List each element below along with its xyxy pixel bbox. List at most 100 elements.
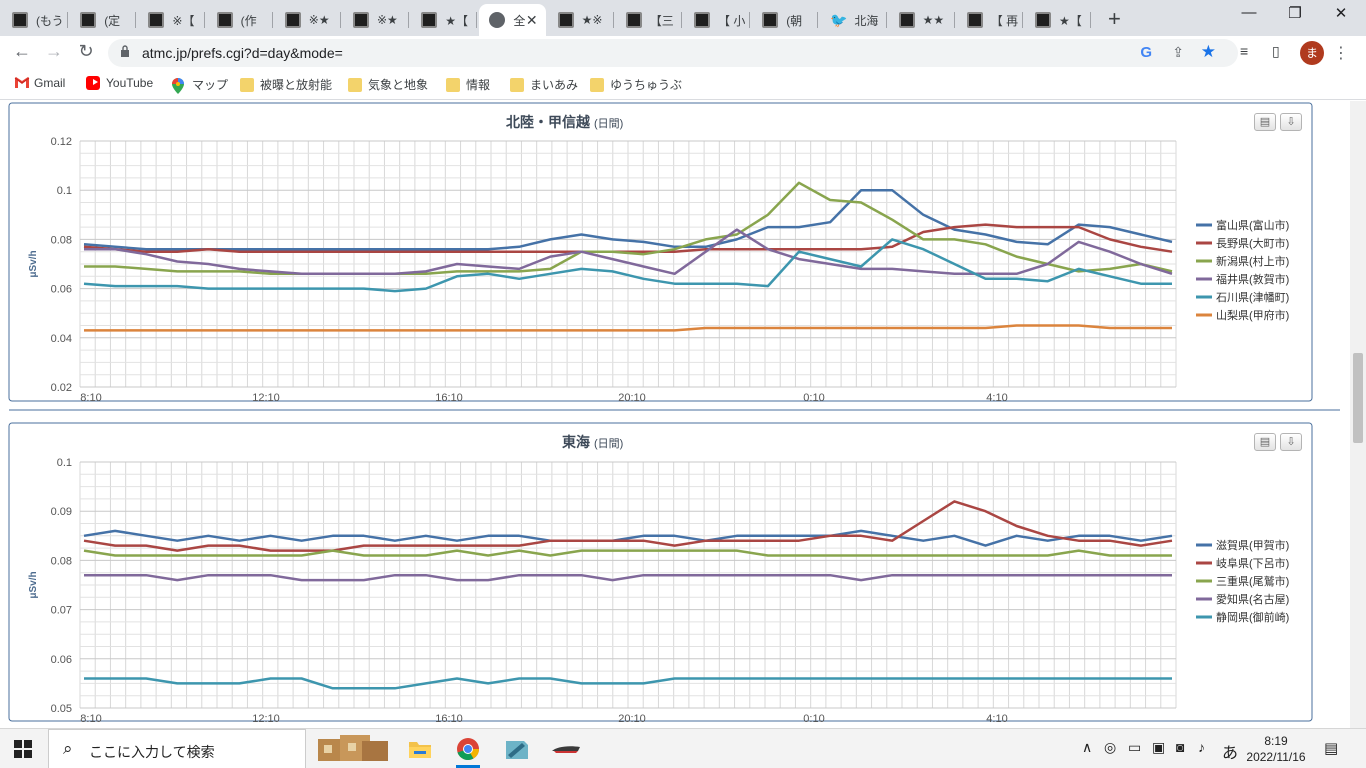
- close-tab-icon[interactable]: ✕: [526, 12, 538, 29]
- volume-icon[interactable]: ♪: [1198, 739, 1205, 755]
- site-icon: [353, 12, 369, 28]
- bookmark-3[interactable]: マップ: [172, 76, 229, 94]
- tab-14[interactable]: ★★: [889, 4, 955, 36]
- tab-10[interactable]: 【三: [616, 4, 682, 36]
- notification-icon[interactable]: ▤: [1324, 739, 1338, 757]
- taskbar-search[interactable]: ⌕ ここに入力して検索: [48, 729, 306, 768]
- page-scrollbar[interactable]: [1350, 101, 1366, 728]
- y-tick-label: 0.05: [51, 703, 72, 715]
- bookmark-label: YouTube: [106, 76, 154, 90]
- tab-5[interactable]: ※★: [275, 4, 341, 36]
- tab-title: ※★: [308, 13, 330, 27]
- menu-icon[interactable]: ⋮: [1333, 43, 1349, 63]
- tab-title: ★※: [581, 13, 603, 27]
- tab-11[interactable]: 【 小: [684, 4, 751, 36]
- legend-label: 愛知県(名古屋): [1216, 592, 1289, 606]
- url-text[interactable]: atmc.jp/prefs.cgi?d=day&mode=: [142, 45, 343, 61]
- scrollbar-thumb[interactable]: [1353, 353, 1363, 443]
- bookmark-8[interactable]: ゆうちゅうぶ: [590, 76, 682, 93]
- tab-1[interactable]: (もう: [2, 4, 69, 36]
- start-button[interactable]: [14, 740, 32, 758]
- bookmark-6[interactable]: 情報: [446, 76, 490, 93]
- tab-16[interactable]: ★【: [1025, 4, 1092, 36]
- tab-title: 【 小: [718, 13, 746, 28]
- bookmark-2[interactable]: YouTube: [86, 76, 153, 90]
- bookmark-1[interactable]: Gmail: [14, 76, 65, 90]
- site-icon: [421, 12, 438, 28]
- security-icon[interactable]: ◙: [1176, 739, 1184, 755]
- tab-15[interactable]: 【 再: [957, 4, 1023, 36]
- lock-icon[interactable]: [120, 45, 130, 57]
- close-window-button[interactable]: ✕: [1318, 4, 1364, 22]
- media-control-icon[interactable]: ≡: [1240, 43, 1248, 59]
- site-icon: [216, 12, 233, 28]
- google-translate-icon[interactable]: G: [1140, 44, 1152, 61]
- x-tick-label: 16:10: [435, 392, 463, 404]
- back-icon[interactable]: ←: [10, 41, 34, 62]
- youtube-icon: [86, 76, 100, 90]
- tab-6[interactable]: ※★: [343, 4, 410, 36]
- tab-2[interactable]: (定: [70, 4, 137, 36]
- new-tab-button[interactable]: +: [1108, 6, 1121, 32]
- folder-icon: [590, 77, 604, 92]
- bookmark-4[interactable]: 被曝と放射能: [240, 76, 332, 93]
- bookmark-5[interactable]: 気象と地象: [348, 76, 428, 93]
- folder-icon: [348, 77, 362, 92]
- x-tick-label: 12:10: [252, 713, 280, 725]
- chart-title: 北陸・甲信越: [506, 114, 591, 130]
- profile-avatar[interactable]: ま: [1300, 41, 1324, 65]
- x-tick-label: 0:10: [803, 392, 824, 404]
- file-explorer-icon[interactable]: [398, 733, 442, 765]
- taskbar-app-train-icon[interactable]: [544, 733, 588, 765]
- tab-title: ★★: [922, 13, 945, 27]
- taskbar-app-notes-icon[interactable]: [494, 733, 538, 765]
- reload-icon[interactable]: ↻: [74, 41, 98, 62]
- folder-icon: [510, 77, 524, 92]
- y-tick-label: 0.1: [57, 457, 72, 469]
- print-chart-button[interactable]: ▤: [1254, 113, 1276, 131]
- side-panel-icon[interactable]: ▯: [1272, 43, 1280, 60]
- show-hidden-icons[interactable]: ∧: [1082, 739, 1092, 756]
- tab-separator: [476, 12, 478, 28]
- x-tick-label: 12:10: [252, 392, 280, 404]
- site-icon: [80, 12, 97, 28]
- share-icon[interactable]: ⇪: [1172, 44, 1184, 61]
- forward-icon[interactable]: →: [42, 41, 66, 62]
- tab-7[interactable]: ★【: [411, 4, 478, 36]
- bookmark-label: ゆうちゅうぶ: [610, 78, 683, 92]
- tab-13[interactable]: 🐦 北海: [820, 4, 887, 36]
- legend-label: 石川県(津幡町): [1216, 290, 1289, 304]
- tab-9[interactable]: ★※: [548, 4, 614, 36]
- print-chart-button[interactable]: ▤: [1254, 433, 1276, 451]
- download-chart-button[interactable]: ⇩: [1280, 113, 1302, 131]
- tab-3[interactable]: ※【: [138, 4, 205, 36]
- bookmark-star-icon[interactable]: ★: [1201, 42, 1216, 62]
- chrome-icon[interactable]: [446, 733, 490, 768]
- restore-button[interactable]: ❐: [1272, 4, 1318, 22]
- system-clock[interactable]: 8:19 2022/11/16: [1236, 733, 1316, 765]
- site-icon: [1035, 12, 1051, 28]
- tab-8[interactable]: 全 ✕: [479, 4, 546, 36]
- tab-separator: [953, 12, 955, 28]
- address-bar[interactable]: atmc.jp/prefs.cgi?d=day&mode= G ⇪ ★: [108, 39, 1238, 67]
- tab-separator: [1021, 12, 1023, 28]
- legend-label: 山梨県(甲府市): [1216, 308, 1289, 322]
- tab-title: (もう: [36, 13, 64, 28]
- battery-icon[interactable]: ▭: [1128, 739, 1141, 756]
- y-tick-label: 0.07: [51, 605, 72, 617]
- tab-12[interactable]: (朝: [752, 4, 819, 36]
- chart-panel-2: 東海 (日間) μSv/h 0.1 0.09 0.08 0.07 0.06 0.05 8:10 12…: [8, 422, 1313, 725]
- meet-now-icon[interactable]: ◎: [1104, 739, 1116, 756]
- bookmark-7[interactable]: まいあみ: [510, 76, 578, 93]
- legend-label: 福井県(敦賀市): [1216, 272, 1289, 286]
- tab-separator: [1090, 12, 1092, 28]
- bookmark-label: マップ: [192, 78, 229, 92]
- download-chart-button[interactable]: ⇩: [1280, 433, 1302, 451]
- tab-4[interactable]: (作: [207, 4, 273, 36]
- minimize-button[interactable]: —: [1226, 4, 1272, 21]
- taskbar-app-desktop-icon[interactable]: [314, 733, 388, 765]
- legend-label: 滋賀県(甲賀市): [1216, 538, 1289, 552]
- bookmark-label: 被曝と放射能: [260, 78, 333, 92]
- x-tick-label: 20:10: [618, 392, 646, 404]
- network-icon[interactable]: ▣: [1152, 739, 1165, 756]
